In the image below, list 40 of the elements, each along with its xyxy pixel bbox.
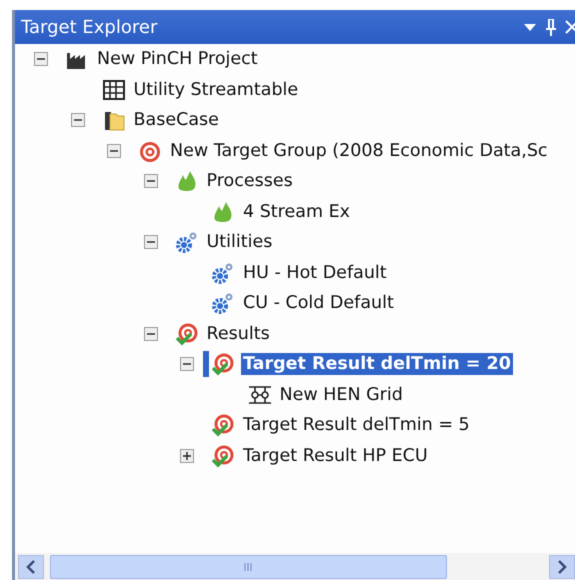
tree-item[interactable]: 4 Stream Ex xyxy=(241,200,352,223)
tree-item[interactable]: Processes xyxy=(204,170,295,192)
collapse-toggle[interactable] xyxy=(180,357,194,372)
tree-item[interactable]: HU - Hot Default xyxy=(241,262,389,284)
tree-item[interactable]: CU - Cold Default xyxy=(241,292,396,314)
tree-item[interactable]: Target Result delTmin = 5 xyxy=(241,414,472,436)
tree-item[interactable]: Results xyxy=(204,322,272,345)
scroll-right-button[interactable] xyxy=(549,554,575,578)
pin-icon[interactable] xyxy=(545,18,557,36)
tree-item[interactable]: Target Result delTmin = 20 xyxy=(241,353,513,376)
collapse-toggle[interactable] xyxy=(144,326,158,341)
collapse-toggle[interactable] xyxy=(144,235,158,250)
dropdown-icon[interactable] xyxy=(523,22,537,32)
gears-icon xyxy=(174,230,198,254)
collapse-toggle[interactable] xyxy=(107,144,121,158)
panel-title: Target Explorer xyxy=(21,16,158,38)
tree-item[interactable]: New PinCH Project xyxy=(95,48,260,70)
scrollbar-thumb[interactable] xyxy=(50,554,447,578)
tree-item[interactable]: Utilities xyxy=(204,231,274,254)
scroll-left-button[interactable] xyxy=(18,554,44,578)
tree-item[interactable]: Target Result HP ECU xyxy=(241,444,430,467)
gears-icon xyxy=(211,260,235,285)
collapse-toggle[interactable] xyxy=(144,174,158,188)
tree-item[interactable]: BaseCase xyxy=(132,109,221,132)
expand-toggle[interactable] xyxy=(180,448,194,463)
target-check-icon xyxy=(174,322,198,346)
tree-item[interactable]: New Target Group (2008 Economic Data,Sc xyxy=(168,140,550,162)
tree-item[interactable]: New HEN Grid xyxy=(278,384,405,406)
target-check-icon xyxy=(211,352,235,376)
gears-icon xyxy=(211,291,235,316)
selection-marker xyxy=(203,351,209,378)
chevron-left-icon xyxy=(26,560,36,574)
chevron-right-icon xyxy=(557,560,567,574)
collapse-toggle[interactable] xyxy=(34,52,48,66)
tree-item[interactable]: Utility Streamtable xyxy=(132,78,300,101)
target-check-icon xyxy=(211,413,235,438)
collapse-toggle[interactable] xyxy=(70,113,84,128)
target-check-icon xyxy=(211,444,235,468)
close-icon[interactable] xyxy=(565,18,575,36)
table-icon xyxy=(102,78,126,102)
